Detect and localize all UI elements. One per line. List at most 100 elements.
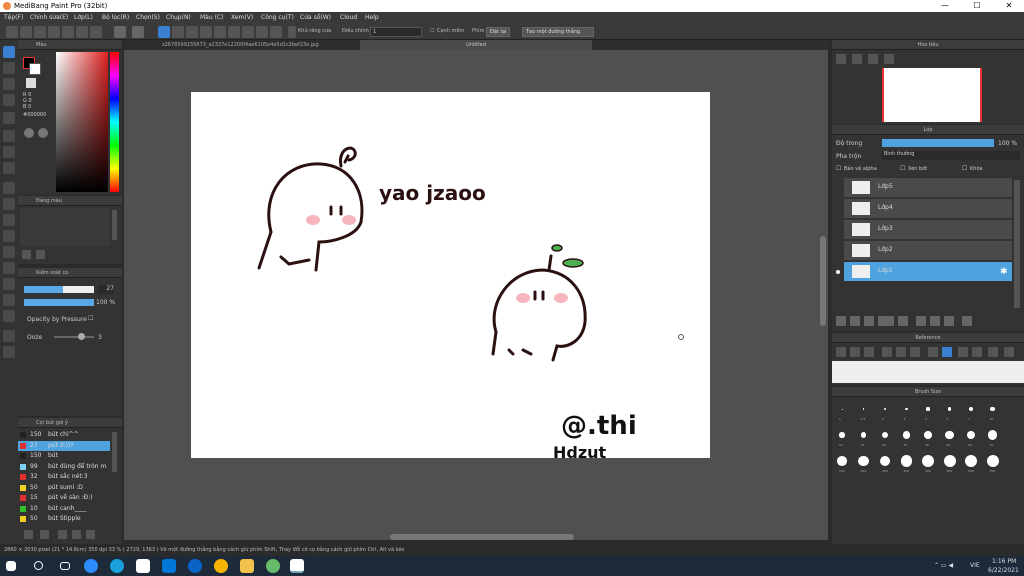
brush-size-preset[interactable] <box>965 455 977 467</box>
edge-legacy-icon[interactable] <box>188 559 202 573</box>
antialias-icon[interactable] <box>288 26 296 38</box>
layer-opacity-slider[interactable] <box>882 139 994 147</box>
new-file-icon[interactable] <box>6 26 18 38</box>
menu-color[interactable]: Màu (C) <box>200 14 223 21</box>
layer-visibility-icon[interactable] <box>836 270 840 274</box>
brush-size-preset[interactable] <box>860 432 867 438</box>
brush-list-item[interactable]: 15 pút vẽ sàn :Đ:) <box>18 493 110 503</box>
text-tool-icon[interactable] <box>3 278 15 290</box>
ref-flip-icon[interactable] <box>988 347 998 357</box>
task-view-icon[interactable] <box>60 562 70 570</box>
green-app-icon[interactable] <box>266 559 280 573</box>
ref-rotate-right-icon[interactable] <box>972 347 982 357</box>
clock-date[interactable]: 6/22/2021 <box>988 567 1019 574</box>
menu-help[interactable]: Help <box>365 14 379 21</box>
ref-hand-icon[interactable] <box>942 347 952 357</box>
copy-brush-icon[interactable] <box>58 530 67 539</box>
brush-size-preset[interactable] <box>902 431 911 439</box>
tab-untitled[interactable]: Untitled <box>360 40 592 50</box>
select-all-icon[interactable] <box>172 26 184 38</box>
menu-select[interactable]: Chọn(S) <box>136 14 160 21</box>
brush-opacity-slider[interactable] <box>24 299 94 306</box>
straight-line-button[interactable]: Tạo một đường thẳng <box>522 27 594 37</box>
layer-move-up-icon[interactable] <box>916 316 926 326</box>
zoom-app-icon[interactable] <box>84 559 98 573</box>
shape-tool-icon[interactable] <box>3 78 15 90</box>
circle-snap-icon[interactable] <box>256 26 268 38</box>
brush-size-preset[interactable] <box>841 408 843 410</box>
brush-size-preset[interactable] <box>905 407 908 411</box>
close-button[interactable]: ✕ <box>994 0 1024 12</box>
add-brush-icon[interactable] <box>24 530 33 539</box>
folder-icon[interactable] <box>898 316 908 326</box>
reference-view[interactable] <box>832 361 1024 383</box>
redo-icon[interactable] <box>132 26 144 38</box>
pen-tool-icon[interactable] <box>3 330 15 342</box>
brush-size-preset[interactable] <box>968 406 974 412</box>
ref-folder-icon[interactable] <box>850 347 860 357</box>
brush-size-preset[interactable] <box>926 407 930 411</box>
brush-size-preset[interactable] <box>900 455 913 467</box>
brush-list-item[interactable]: 99 bút dùng để tròn m <box>18 462 110 472</box>
ref-zoom-out-icon[interactable] <box>910 347 920 357</box>
perspective-icon[interactable] <box>270 26 282 38</box>
brush-list-scrollbar[interactable] <box>112 432 117 472</box>
brush-settings-icon[interactable] <box>40 530 49 539</box>
add-color-icon[interactable] <box>22 250 31 259</box>
transform-icon[interactable] <box>200 26 212 38</box>
brush-list-item[interactable]: 32 bút sắc nét:3 <box>18 472 110 482</box>
brush-size-preset[interactable] <box>966 430 976 440</box>
brush-size-preset[interactable] <box>990 406 995 412</box>
cloud-icon[interactable] <box>34 26 46 38</box>
zoom-out-icon[interactable] <box>852 54 862 64</box>
store-icon[interactable] <box>136 559 150 573</box>
menu-capture[interactable]: Chụp(N) <box>166 14 191 21</box>
gradient-tool-icon[interactable] <box>3 162 15 174</box>
opacity-pressure-checkbox[interactable]: ☐ <box>88 315 93 322</box>
brush-size-preset[interactable] <box>862 408 865 410</box>
brush-size-preset[interactable] <box>947 407 952 411</box>
brush-list-item[interactable]: 27 pút ớ:))? <box>18 440 110 451</box>
menu-tools[interactable]: Công cụ(T) <box>261 14 294 21</box>
save-icon[interactable] <box>62 26 74 38</box>
layer-visibility-icon[interactable] <box>836 249 840 253</box>
delete-layer-icon[interactable] <box>962 316 972 326</box>
fit-icon[interactable] <box>868 54 878 64</box>
ref-close-icon[interactable] <box>864 347 874 357</box>
adjust-select[interactable]: 1 <box>370 27 422 37</box>
brush-size-preset[interactable] <box>945 430 954 440</box>
brush-size-preset[interactable] <box>839 432 845 438</box>
cloud-save-icon[interactable] <box>76 26 88 38</box>
transparent-swatch[interactable] <box>26 78 36 88</box>
minimize-button[interactable]: — <box>930 0 960 12</box>
layer-row[interactable]: Lớp3 <box>844 220 1012 240</box>
brush-list-item[interactable]: 150 bút chì^^ <box>18 430 110 440</box>
search-icon[interactable] <box>34 561 43 570</box>
select-eraser-icon[interactable] <box>3 246 15 258</box>
menu-filter[interactable]: Bộ lọc(R) <box>102 14 129 21</box>
magic-wand-icon[interactable] <box>3 214 15 226</box>
mail-icon[interactable] <box>162 559 176 573</box>
copy-layer-icon[interactable] <box>850 316 860 326</box>
brush-size-slider[interactable] <box>24 286 94 293</box>
brush-size-preset[interactable] <box>986 455 999 467</box>
brush-list-item[interactable]: 10 bút canh____ <box>18 504 110 514</box>
palette-icon[interactable] <box>24 128 34 138</box>
brush-size-preset[interactable] <box>881 431 889 439</box>
move-tool-icon[interactable] <box>3 112 15 124</box>
brush-size-preset[interactable] <box>858 455 869 467</box>
ref-more-icon[interactable] <box>1004 347 1014 357</box>
soft-edge-checkbox[interactable]: ☐ <box>430 28 434 34</box>
operation-tool-icon[interactable] <box>3 294 15 306</box>
brush-size-preset[interactable] <box>879 455 891 467</box>
layer-visibility-icon[interactable] <box>836 228 840 232</box>
rotate-icon[interactable] <box>214 26 226 38</box>
clip-checkbox[interactable]: ☐ <box>900 165 905 172</box>
layer-row[interactable]: Lớp1 ✱ <box>844 262 1012 282</box>
select-tool-icon[interactable] <box>3 182 15 194</box>
eyedropper-tool-icon[interactable] <box>3 310 15 322</box>
chrome-icon[interactable] <box>214 559 228 573</box>
delete-color-icon[interactable] <box>36 250 45 259</box>
history-scrollbar[interactable] <box>112 210 117 240</box>
menu-layer[interactable]: Lớp(L) <box>74 14 93 21</box>
